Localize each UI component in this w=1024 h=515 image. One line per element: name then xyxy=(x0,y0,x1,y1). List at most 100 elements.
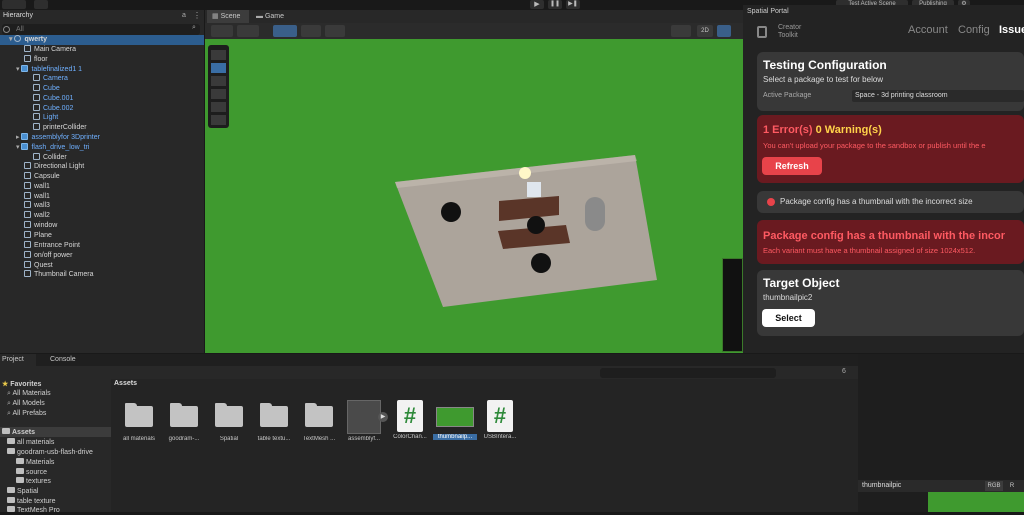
pivot-dropdown[interactable] xyxy=(273,25,297,37)
asset-folder[interactable]: table textu... xyxy=(252,400,296,442)
logo-line-2: Toolkit xyxy=(778,32,798,39)
panel-menu-icon[interactable]: ⋮ xyxy=(193,11,201,20)
tab-scene[interactable]: ▦ Scene xyxy=(207,10,249,23)
tab-console[interactable]: Console xyxy=(40,354,84,366)
asset-folder[interactable]: TextMesh ... xyxy=(297,400,341,442)
asset-name: USBIntera... xyxy=(483,434,517,440)
tree-folder[interactable]: Materials xyxy=(16,458,54,467)
play-button[interactable]: ▶ xyxy=(530,0,544,9)
hierarchy-item[interactable]: Thumbnail Camera xyxy=(24,270,94,280)
hierarchy-item[interactable]: wall1 xyxy=(24,182,50,192)
error-count-line: 1 Error(s) 0 Warning(s) xyxy=(763,124,882,136)
prefab-icon xyxy=(21,143,29,150)
hierarchy-item[interactable]: wall3 xyxy=(24,201,50,211)
2d-toggle[interactable]: 2D xyxy=(697,25,713,37)
hierarchy-item-label: printerCollider xyxy=(43,124,87,131)
hidden-packages-count[interactable]: 6 xyxy=(842,368,846,375)
active-package-dropdown[interactable]: Space - 3d printing classroom xyxy=(852,90,1024,102)
shading-dropdown[interactable] xyxy=(237,25,259,37)
hierarchy-item[interactable]: floor xyxy=(24,55,48,65)
hierarchy-item[interactable]: Directional Light xyxy=(24,162,84,172)
issue-list-item[interactable]: Package config has a thumbnail with the … xyxy=(757,191,1024,213)
asset-script[interactable]: # USBIntera... xyxy=(478,400,522,440)
scene-toolbar: 2D xyxy=(205,23,743,39)
hierarchy-item[interactable]: Light xyxy=(33,113,58,123)
hierarchy-item[interactable]: window xyxy=(24,221,57,231)
project-search-input[interactable] xyxy=(600,368,776,378)
tab-game[interactable]: ▬ Game xyxy=(253,10,293,23)
3d-printer-model xyxy=(527,182,541,197)
asset-folder[interactable]: goodram-... xyxy=(162,400,206,442)
prefab-icon xyxy=(21,65,29,72)
asset-script[interactable]: # ColorChan... xyxy=(388,400,432,440)
hierarchy-item-label: wall2 xyxy=(34,212,50,219)
hierarchy-item-label: flash_drive_low_tri xyxy=(31,144,90,151)
hierarchy-search-input[interactable]: All xyxy=(2,24,200,35)
tree-folder[interactable]: textures xyxy=(16,477,51,486)
favorites-header[interactable]: ★ Favorites xyxy=(2,380,41,389)
expand-prefab-icon[interactable]: ▶ xyxy=(378,412,388,422)
hierarchy-item[interactable]: ▸ assemblyfor 3Dprinter xyxy=(16,133,100,143)
hierarchy-tab[interactable]: Hierarchy xyxy=(0,10,204,22)
hierarchy-item[interactable]: Entrance Point xyxy=(24,241,80,251)
target-heading: Target Object xyxy=(763,276,840,290)
panel-lock-icon[interactable]: a xyxy=(182,12,186,19)
hierarchy-item-label: wall1 xyxy=(34,183,50,190)
rgb-toggle[interactable]: RGB xyxy=(985,481,1003,491)
step-button[interactable]: ▶❚ xyxy=(566,0,580,9)
hierarchy-item[interactable]: on/off power xyxy=(24,251,72,261)
asset-folder[interactable]: all materials xyxy=(117,400,161,442)
tab-scene-label: Scene xyxy=(220,13,241,20)
nav-account[interactable]: Account xyxy=(908,24,948,36)
account-dropdown[interactable] xyxy=(2,0,26,9)
favorite-item[interactable]: ⌕ All Prefabs xyxy=(7,409,46,418)
draw-mode-dropdown[interactable] xyxy=(211,25,233,37)
folder-icon xyxy=(7,506,15,512)
hierarchy-item[interactable]: Camera xyxy=(33,74,68,84)
favorite-item[interactable]: ⌕ All Models xyxy=(7,399,45,408)
issue-item-label: Package config has a thumbnail with the … xyxy=(780,197,973,206)
tree-folder[interactable]: TextMesh Pro xyxy=(7,506,60,515)
nav-config[interactable]: Config xyxy=(958,24,990,36)
hierarchy-item[interactable]: printerCollider xyxy=(33,123,87,133)
tree-folder[interactable]: goodram-usb-flash-drive xyxy=(7,448,93,457)
refresh-button[interactable]: Refresh xyxy=(762,157,822,175)
red-channel-toggle[interactable]: R xyxy=(1007,481,1017,491)
favorite-item-label: All Prefabs xyxy=(12,410,47,417)
tree-folder[interactable]: all materials xyxy=(7,438,54,447)
favorite-item[interactable]: ⌕ All Materials xyxy=(7,389,51,398)
nav-issues[interactable]: Issue xyxy=(999,24,1024,36)
tree-folder[interactable]: table texture xyxy=(7,497,56,506)
lock-icon[interactable]: ⌕ xyxy=(192,24,196,32)
project-tab-bar xyxy=(0,354,858,366)
pause-button[interactable]: ❚❚ xyxy=(548,0,562,9)
hierarchy-item[interactable]: Cube xyxy=(33,84,60,94)
cube-icon xyxy=(24,45,31,52)
tree-folder[interactable]: Spatial xyxy=(7,487,38,496)
snap-dropdown[interactable] xyxy=(325,25,345,37)
hierarchy-item[interactable]: Main Camera xyxy=(24,45,76,55)
hierarchy-item-label: Main Camera xyxy=(34,46,77,53)
hierarchy-item-qwerty[interactable]: ▾ qwerty xyxy=(9,35,47,45)
target-value: thumbnailpic2 xyxy=(763,293,813,302)
hierarchy-item[interactable]: Plane xyxy=(24,231,52,241)
light-toggle[interactable] xyxy=(717,25,731,37)
hierarchy-item[interactable]: Cube.001 xyxy=(33,94,73,104)
assets-root[interactable]: Assets xyxy=(2,428,35,437)
tree-folder-label: source xyxy=(26,469,48,476)
tab-project[interactable]: Project xyxy=(0,354,36,366)
cloud-icon[interactable] xyxy=(34,0,48,9)
hierarchy-item[interactable]: Capsule xyxy=(24,172,60,182)
lighting-toggle[interactable] xyxy=(671,25,691,37)
portal-title: Spatial Portal xyxy=(747,8,789,15)
tree-folder[interactable]: source xyxy=(16,468,47,477)
grid-dropdown[interactable] xyxy=(301,25,321,37)
cube-icon xyxy=(33,84,40,91)
hierarchy-item-label: Plane xyxy=(34,232,52,239)
hierarchy-item[interactable]: wall2 xyxy=(24,211,50,221)
select-button[interactable]: Select xyxy=(762,309,815,327)
search-icon xyxy=(3,26,10,33)
hierarchy-item[interactable]: ▾ flash_drive_low_tri xyxy=(16,143,89,153)
asset-image[interactable]: thumbnailp... xyxy=(433,400,477,440)
asset-folder[interactable]: Spatial xyxy=(207,400,251,442)
